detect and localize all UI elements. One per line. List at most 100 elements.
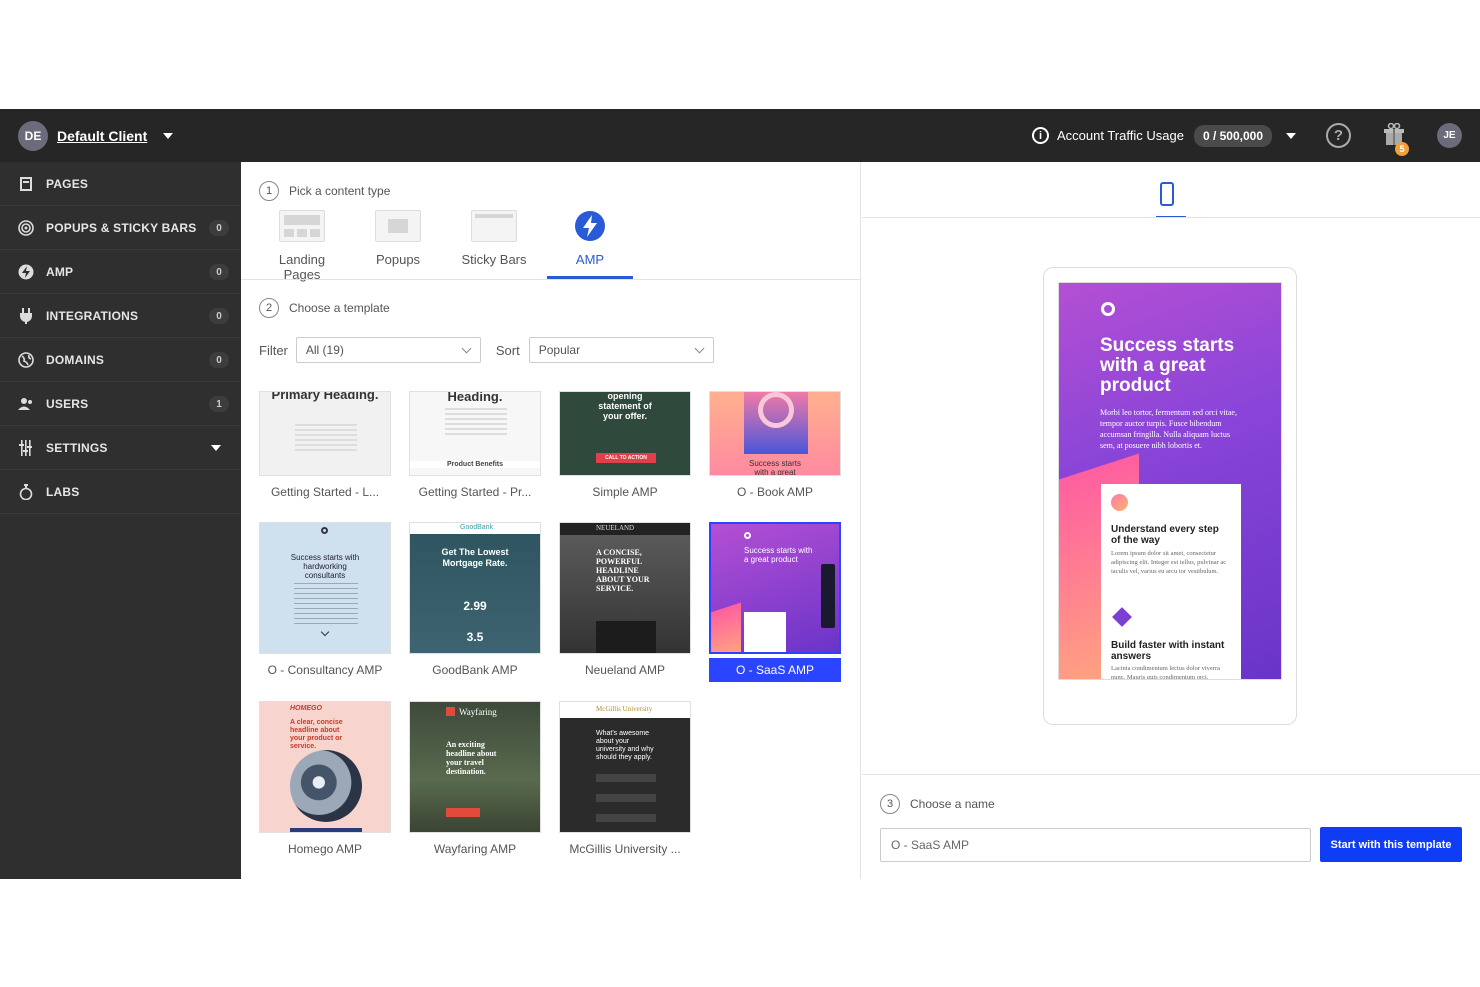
- start-with-template-button[interactable]: Start with this template: [1320, 827, 1462, 862]
- info-icon[interactable]: i: [1032, 127, 1049, 144]
- chevron-down-icon[interactable]: [211, 445, 221, 451]
- thumbnail-text: An exciting headline about your travel d…: [446, 740, 497, 776]
- sidebar-count-badge: 0: [209, 308, 229, 324]
- template-name: O - SaaS AMP: [709, 658, 841, 682]
- thumbnail-rate: 3.5: [466, 630, 484, 644]
- template-card[interactable]: opening statement of your offer. CALL TO…: [559, 391, 691, 499]
- preview-panel: Success starts with a great product Morb…: [862, 162, 1480, 879]
- template-name: Wayfaring AMP: [433, 842, 517, 856]
- sidebar-item-amp[interactable]: AMP 0: [0, 250, 241, 294]
- sidebar-count-badge: 0: [209, 264, 229, 280]
- template-thumbnail: NEUELAND A CONCISE, POWERFUL HEADLINE AB…: [559, 522, 691, 654]
- template-thumbnail: Success starts with a great: [709, 391, 841, 476]
- step-label: Choose a name: [910, 797, 995, 811]
- template-card[interactable]: Success starts with hardworking consulta…: [259, 522, 391, 677]
- chevron-down-icon[interactable]: [163, 132, 174, 139]
- template-name-input[interactable]: O - SaaS AMP: [880, 828, 1311, 862]
- tab-sticky-bars[interactable]: Sticky Bars: [454, 210, 534, 267]
- popup-icon: [375, 210, 421, 242]
- logo-icon: [1101, 302, 1115, 316]
- template-name: Homego AMP: [287, 842, 363, 856]
- thumbnail-text: A clear, concise headline about your pro…: [290, 719, 343, 750]
- thumbnail-brand: GoodBank: [460, 524, 494, 531]
- sidebar-item-label: SETTINGS: [46, 440, 108, 455]
- sidebar-item-label: AMP: [46, 264, 74, 279]
- thumbnail-text: Success starts with a great: [748, 459, 801, 476]
- sidebar-item-popups[interactable]: POPUPS & STICKY BARS 0: [0, 206, 241, 250]
- template-name: GoodBank AMP: [432, 663, 518, 677]
- thumbnail-brand: McGillis University: [596, 705, 653, 713]
- thumbnail-text: Heading.: [447, 391, 503, 404]
- template-thumbnail: GoodBank Get The Lowest Mortgage Rate. 2…: [409, 522, 541, 654]
- template-name: O - Consultancy AMP: [267, 663, 383, 677]
- feature-text: Lorem ipsum dolor sit amet, consectetur …: [1111, 550, 1227, 575]
- thumbnail-cta: CALL TO ACTION: [596, 453, 656, 463]
- tab-popups[interactable]: Popups: [358, 210, 438, 267]
- template-card[interactable]: NEUELAND A CONCISE, POWERFUL HEADLINE AB…: [559, 522, 691, 677]
- divider: [862, 217, 1480, 218]
- client-name[interactable]: Default Client: [57, 128, 147, 144]
- sidebar-item-domains[interactable]: DOMAINS 0: [0, 338, 241, 382]
- app-window: DE Default Client i Account Traffic Usag…: [0, 109, 1480, 879]
- help-icon[interactable]: ?: [1326, 123, 1351, 148]
- sidebar-item-settings[interactable]: SETTINGS: [0, 426, 241, 470]
- template-card[interactable]: Heading. Product Benefits Getting Starte…: [409, 391, 541, 499]
- template-card[interactable]: Wayfaring An exciting headline about you…: [409, 701, 541, 856]
- thumbnail-text: Success starts with hardworking consulta…: [290, 553, 360, 580]
- feature-heading: Build faster with instant answers: [1111, 640, 1225, 662]
- thumbnail-text: A CONCISE, POWERFUL HEADLINE ABOUT YOUR …: [596, 548, 650, 593]
- feature-icon: [1111, 494, 1128, 511]
- template-card[interactable]: Success starts with a great O - Book AMP: [709, 391, 841, 499]
- sticky-bar-icon: [471, 210, 517, 242]
- sidebar-item-labs[interactable]: LABS: [0, 470, 241, 514]
- sort-value: Popular: [538, 343, 581, 357]
- template-picker-panel: 1 Pick a content type Landing Pages Popu…: [241, 162, 861, 879]
- thumbnail-brand: Wayfaring: [459, 707, 497, 717]
- template-card[interactable]: HOMEGO A clear, concise headline about y…: [259, 701, 391, 856]
- thumbnail-text: Success starts with a great product: [744, 546, 813, 564]
- sidebar-item-integrations[interactable]: INTEGRATIONS 0: [0, 294, 241, 338]
- chevron-down-icon: [694, 343, 705, 354]
- preview-screen: Success starts with a great product Morb…: [1058, 282, 1282, 680]
- sidebar-item-label: DOMAINS: [46, 352, 105, 367]
- client-switcher[interactable]: DE Default Client: [0, 109, 241, 162]
- traffic-label: Account Traffic Usage: [1057, 128, 1184, 143]
- amp-bolt-icon: [575, 211, 605, 241]
- preview-body: Morbi leo tortor, fermentum sed orci vit…: [1100, 408, 1237, 450]
- users-icon: [18, 396, 34, 412]
- template-name: Getting Started - L...: [270, 485, 380, 499]
- sidebar-item-pages[interactable]: PAGES: [0, 162, 241, 206]
- template-card[interactable]: McGillis University What's awesome about…: [559, 701, 691, 856]
- step-3: 3 Choose a name: [880, 794, 995, 814]
- tab-label: AMP: [575, 252, 605, 267]
- preview-title: Success starts with a great product: [1100, 335, 1235, 396]
- globe-icon: [18, 351, 34, 368]
- template-card[interactable]: Primary Heading. Getting Started - L...: [259, 391, 391, 499]
- diamond-icon: [1112, 607, 1132, 627]
- chevron-down-icon: [461, 343, 472, 354]
- template-card-selected[interactable]: Success starts with a great product O - …: [709, 522, 841, 682]
- sidebar-count-badge: 1: [209, 396, 229, 412]
- template-card[interactable]: GoodBank Get The Lowest Mortgage Rate. 2…: [409, 522, 541, 677]
- tab-landing-pages[interactable]: Landing Pages: [262, 210, 342, 282]
- target-icon: [18, 219, 34, 236]
- traffic-dropdown-icon[interactable]: [1286, 132, 1296, 139]
- template-thumbnail: Primary Heading.: [259, 391, 391, 476]
- template-name: Neueland AMP: [584, 663, 666, 677]
- sidebar-item-users[interactable]: USERS 1: [0, 382, 241, 426]
- sidebar-item-label: USERS: [46, 396, 89, 411]
- step-label: Choose a template: [289, 301, 390, 315]
- filter-select[interactable]: All (19): [295, 337, 481, 363]
- landing-page-icon: [279, 210, 325, 242]
- traffic-usage: i Account Traffic Usage 0 / 500,000: [1032, 109, 1296, 162]
- template-thumbnail: Success starts with a great product: [709, 522, 841, 654]
- template-name: O - Book AMP: [736, 485, 814, 499]
- tab-amp[interactable]: AMP: [550, 210, 630, 267]
- user-avatar[interactable]: JE: [1437, 123, 1462, 148]
- thumbnail-text: opening statement of your offer.: [598, 391, 652, 421]
- sort-select[interactable]: Popular: [528, 337, 714, 363]
- feature-heading: Understand every step of the way: [1111, 524, 1219, 546]
- top-bar: DE Default Client i Account Traffic Usag…: [0, 109, 1480, 162]
- plug-icon: [18, 307, 34, 324]
- mobile-device-icon[interactable]: [1160, 182, 1174, 206]
